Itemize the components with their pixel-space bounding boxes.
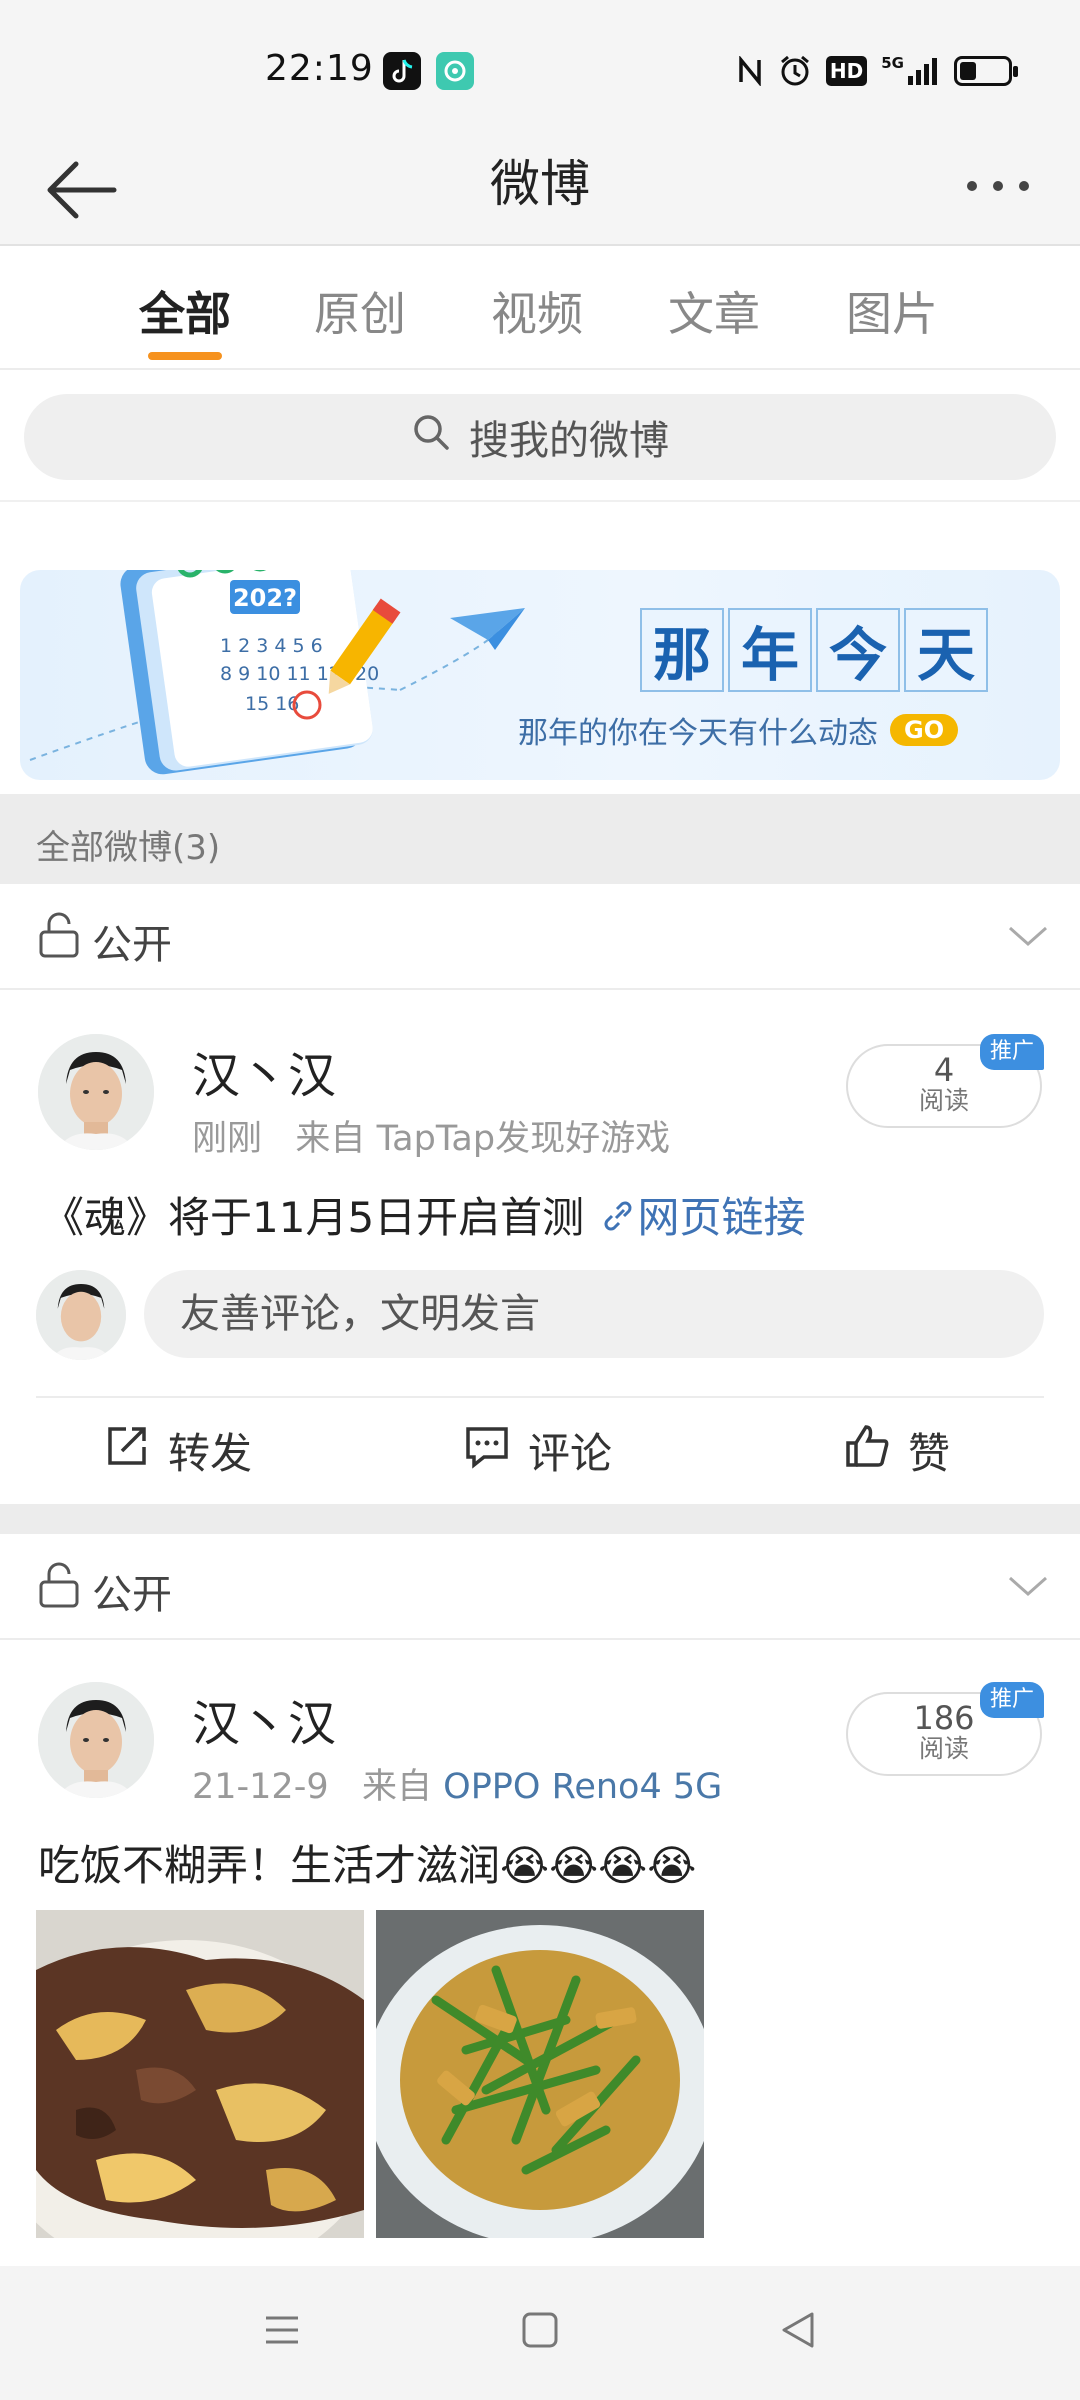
post-source: TapTap发现好游戏 <box>376 1119 671 1159</box>
status-time: 22:19 <box>265 48 374 89</box>
tiktok-icon <box>383 52 421 90</box>
chat-app-icon <box>436 52 474 90</box>
tab-picture[interactable]: 图片 <box>822 278 962 344</box>
post-body: 《魂》将于11月5日开启首测 <box>42 1193 585 1242</box>
avatar[interactable] <box>38 1682 154 1798</box>
privacy-row[interactable]: 公开 <box>0 884 1080 990</box>
banner-subtitle: 那年的你在今天有什么动态 GO <box>518 708 959 752</box>
banner-char: 今 <box>816 608 900 692</box>
page-title: 微博 <box>490 155 590 213</box>
hd-icon: HD <box>825 56 868 86</box>
link-icon <box>598 1193 638 1242</box>
section-header: 全部微博(3) <box>0 794 1080 884</box>
more-dots-icon[interactable] <box>962 166 1034 206</box>
chevron-down-icon[interactable] <box>1006 914 1050 962</box>
battery-icon <box>954 56 1018 86</box>
comment-button[interactable]: 评论 <box>464 1420 612 1481</box>
system-nav-bar <box>0 2266 1080 2400</box>
like-label: 赞 <box>908 1429 951 1478</box>
divider <box>36 1396 1044 1398</box>
post-separator <box>0 1504 1080 1534</box>
tab-all[interactable]: 全部 <box>115 278 255 344</box>
lock-open-icon <box>38 1562 80 1612</box>
author-name[interactable]: 汉丶汉 <box>192 1684 336 1754</box>
read-label: 阅读 <box>918 1734 969 1763</box>
post-text: 《魂》将于11月5日开启首测 网页链接 <box>42 1184 806 1245</box>
privacy-row[interactable]: 公开 <box>0 1534 1080 1640</box>
privacy-label: 公开 <box>92 922 172 968</box>
nav-bar: 微博 <box>0 130 1080 246</box>
repost-label: 转发 <box>168 1429 253 1478</box>
lock-open-icon <box>38 912 80 962</box>
back-triangle-icon[interactable] <box>778 2310 818 2354</box>
privacy-label: 公开 <box>92 1572 172 1618</box>
nfc-icon <box>736 56 764 86</box>
post-text: 吃饭不糊弄！生活才滋润😭😭😭😭 <box>38 1841 697 1890</box>
network-type: 5G <box>881 54 904 72</box>
banner-title: 那 年 今 天 <box>640 608 992 692</box>
post-source[interactable]: OPPO Reno4 5G <box>443 1767 722 1807</box>
post-meta: 刚刚 来自 TapTap发现好游戏 <box>192 1110 670 1161</box>
repost-button[interactable]: 转发 <box>104 1420 252 1481</box>
filter-tabs: 全部 原创 视频 文章 图片 <box>0 246 1080 370</box>
like-button[interactable]: 赞 <box>844 1420 950 1481</box>
source-prefix: 来自 <box>362 1767 433 1807</box>
go-button[interactable]: GO <box>890 714 959 746</box>
post-meta: 21-12-9 来自 OPPO Reno4 5G <box>192 1758 722 1809</box>
promote-button[interactable]: 推广 <box>980 1682 1044 1718</box>
tab-video[interactable]: 视频 <box>467 278 607 344</box>
source-prefix: 来自 <box>295 1119 366 1159</box>
home-square-icon[interactable] <box>520 2310 560 2354</box>
signal-icon: 5G <box>881 56 940 86</box>
fried-potato-beef-photo[interactable] <box>36 1910 364 2238</box>
tab-article[interactable]: 文章 <box>644 278 784 344</box>
svg-text:15 16: 15 16 <box>245 693 299 715</box>
banner-subtitle-text: 那年的你在今天有什么动态 <box>518 716 878 751</box>
commenter-avatar <box>36 1270 126 1360</box>
chevron-down-icon[interactable] <box>1006 1564 1050 1612</box>
banner-char: 天 <box>904 608 988 692</box>
web-link-text: 网页链接 <box>637 1193 806 1242</box>
garlic-sprout-stirfry-photo[interactable] <box>376 1910 704 2238</box>
post-time: 21-12-9 <box>192 1767 329 1807</box>
search-section: 搜我的微博 <box>0 370 1080 502</box>
banner-char: 那 <box>640 608 724 692</box>
banner-char: 年 <box>728 608 812 692</box>
web-link[interactable]: 网页链接 <box>598 1193 806 1242</box>
search-icon <box>411 412 451 462</box>
tab-original[interactable]: 原创 <box>290 278 430 344</box>
calendar-year: 202? <box>233 584 297 612</box>
alarm-icon <box>778 55 812 86</box>
repost-icon <box>104 1423 150 1479</box>
promote-button[interactable]: 推广 <box>980 1034 1044 1070</box>
thumbs-up-icon <box>844 1423 890 1479</box>
banner-section: 202? 1 2 3 4 5 6 8 9 10 11 12 15 16 20 那… <box>0 502 1080 794</box>
search-placeholder: 搜我的微博 <box>469 418 669 464</box>
avatar[interactable] <box>38 1034 154 1150</box>
read-label: 阅读 <box>918 1086 969 1115</box>
active-tab-indicator <box>148 352 222 360</box>
post-time: 刚刚 <box>192 1119 263 1159</box>
battery-level <box>960 62 976 80</box>
comment-input[interactable]: 友善评论，文明发言 <box>144 1270 1044 1358</box>
section-header-label: 全部微博(3) <box>36 828 221 868</box>
comment-icon <box>464 1423 510 1479</box>
menu-icon[interactable] <box>262 2310 302 2354</box>
calendar-numbers: 1 2 3 4 5 6 <box>220 635 323 657</box>
on-this-day-banner[interactable]: 202? 1 2 3 4 5 6 8 9 10 11 12 15 16 20 那… <box>20 570 1060 780</box>
comment-label: 评论 <box>528 1429 613 1478</box>
svg-text:8 9 10 11 12: 8 9 10 11 12 <box>220 663 341 685</box>
search-input[interactable]: 搜我的微博 <box>24 394 1056 480</box>
author-name[interactable]: 汉丶汉 <box>192 1036 336 1106</box>
status-bar: 22:19 HD 5G <box>0 0 1080 130</box>
